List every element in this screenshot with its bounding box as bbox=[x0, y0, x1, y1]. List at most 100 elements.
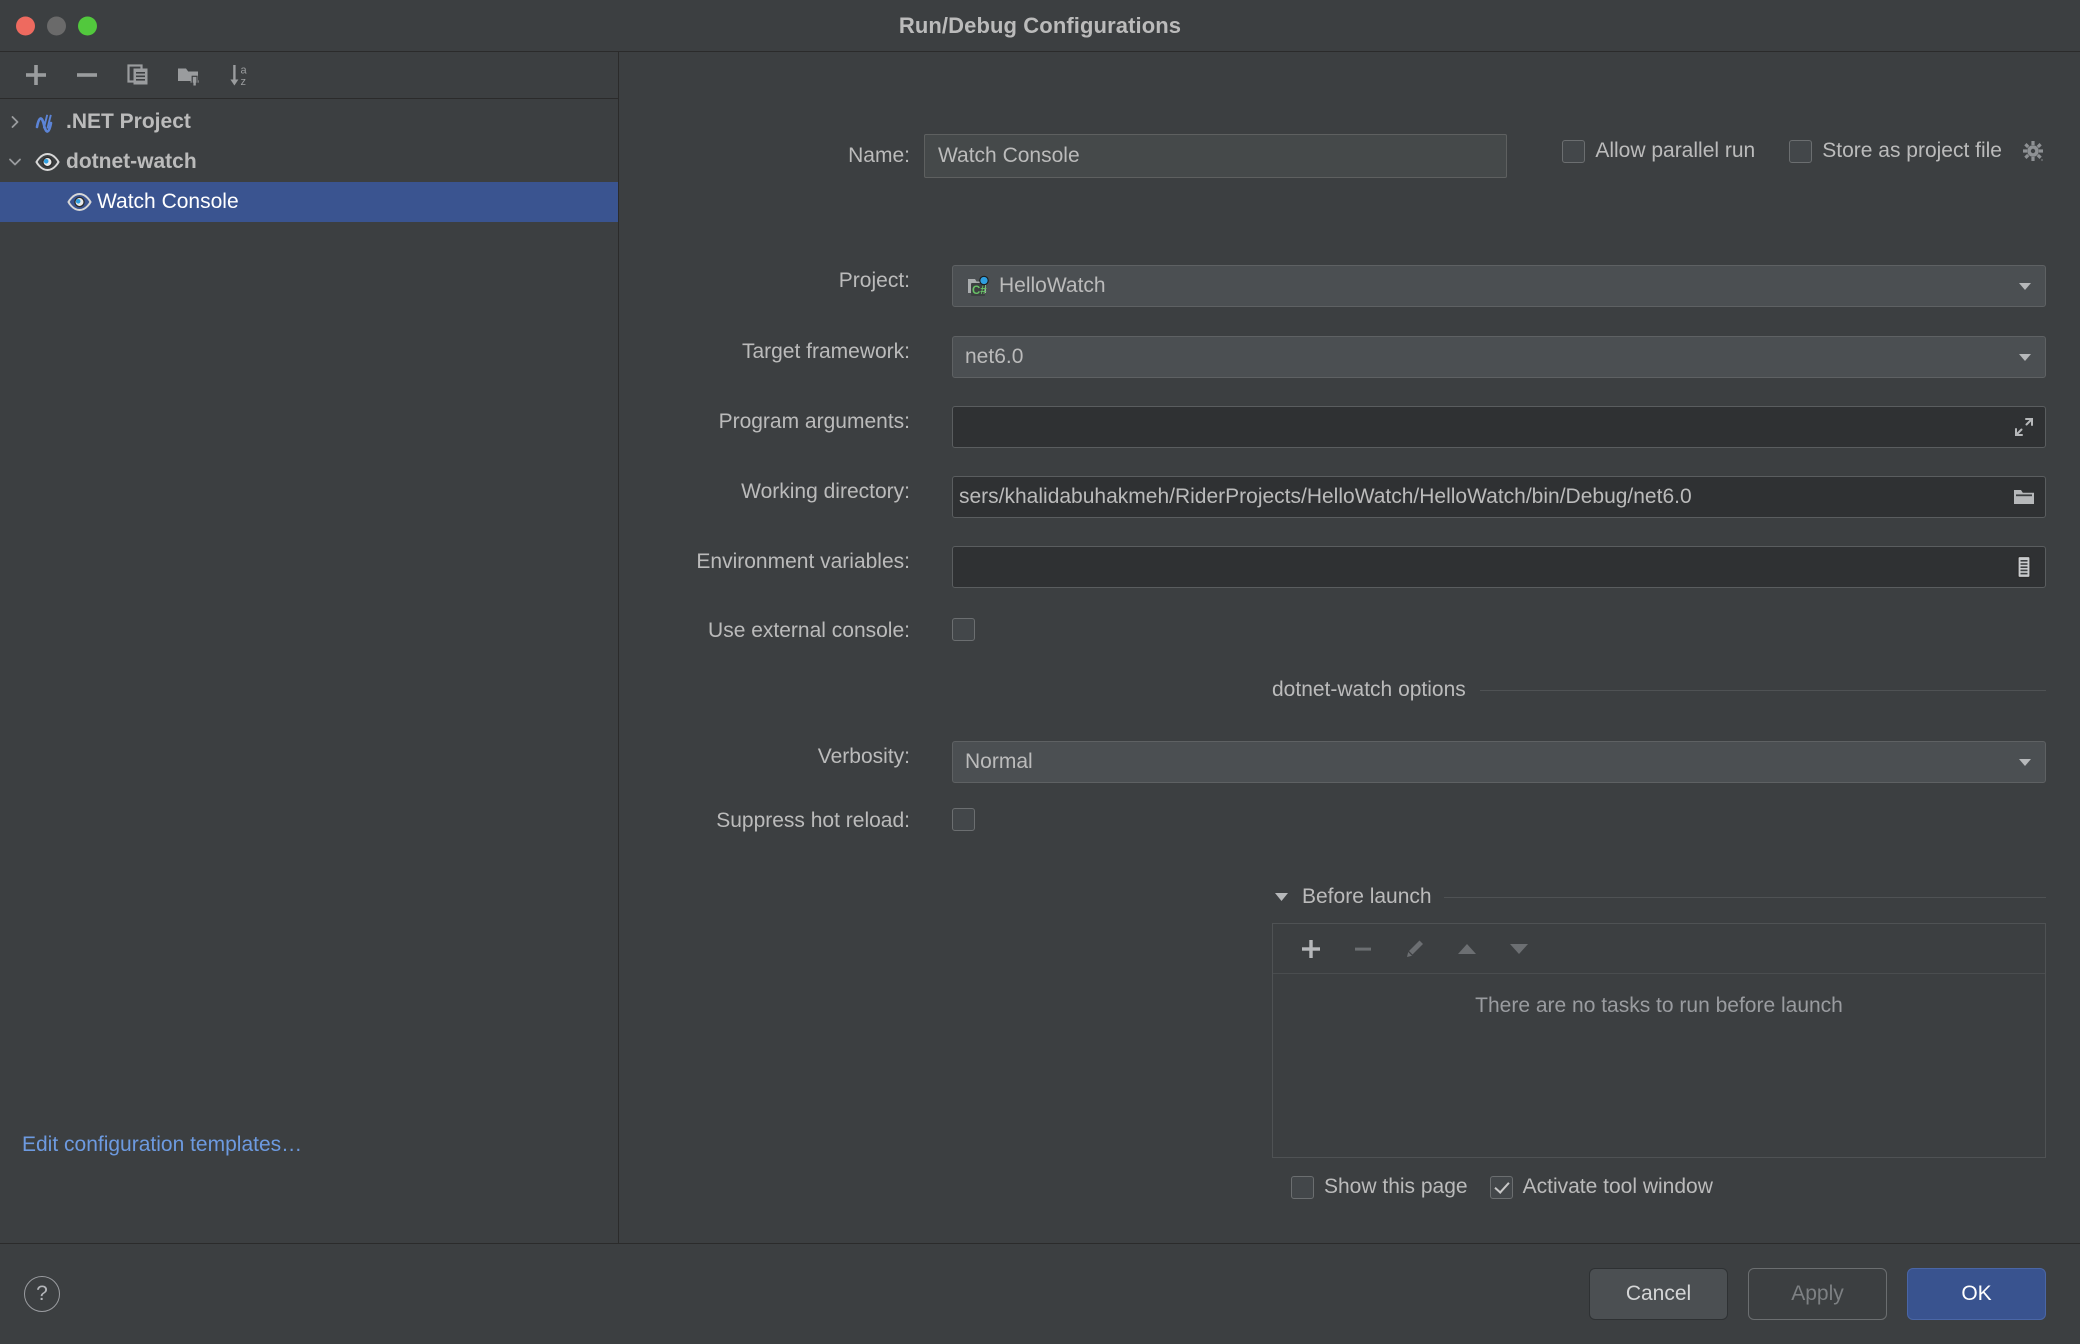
expand-editor-icon[interactable] bbox=[2003, 416, 2045, 438]
use-external-console-label: Use external console: bbox=[708, 619, 910, 642]
name-label: Name: bbox=[848, 144, 910, 167]
checkbox-box[interactable] bbox=[1789, 139, 1813, 163]
svg-text:z: z bbox=[240, 76, 246, 88]
svg-text:C#: C# bbox=[972, 285, 987, 297]
working-directory-value: sers/khalidabuhakmeh/RiderProjects/Hello… bbox=[959, 485, 1692, 508]
copy-icon bbox=[126, 64, 147, 85]
tree-item-label: Watch Console bbox=[97, 190, 239, 213]
activate-tool-window-checkbox[interactable]: Activate tool window bbox=[1489, 1175, 1713, 1199]
store-as-project-file-label: Store as project file bbox=[1822, 139, 2002, 162]
configuration-details-panel: Name: Allow parallel run Store as projec… bbox=[619, 52, 2080, 1243]
activate-tool-window-label: Activate tool window bbox=[1522, 1175, 1713, 1198]
sort-az-icon: a z bbox=[229, 65, 247, 88]
before-launch-empty-message: There are no tasks to run before launch bbox=[1475, 994, 1843, 1017]
ok-button[interactable]: OK bbox=[1907, 1268, 2046, 1320]
configurations-tree: .NET Project dotnet-watch Watch Console bbox=[0, 99, 618, 1243]
store-as-project-file-checkbox[interactable]: Store as project file bbox=[1789, 138, 2046, 164]
gear-icon[interactable] bbox=[2020, 138, 2046, 164]
working-directory-field[interactable]: sers/khalidabuhakmeh/RiderProjects/Hello… bbox=[952, 476, 2046, 518]
watch-eye-icon bbox=[62, 192, 96, 212]
chevron-down-icon[interactable] bbox=[2005, 282, 2045, 291]
edit-configuration-templates-link[interactable]: Edit configuration templates… bbox=[22, 1133, 302, 1157]
edit-variables-icon[interactable] bbox=[2003, 555, 2045, 579]
help-button[interactable]: ? bbox=[24, 1276, 60, 1312]
before-launch-panel: There are no tasks to run before launch bbox=[1272, 923, 2046, 1158]
minus-icon bbox=[76, 73, 97, 77]
remove-task-button[interactable] bbox=[1337, 927, 1389, 971]
browse-folder-icon[interactable] bbox=[2003, 486, 2045, 508]
configurations-sidebar: a z .NET Project dotnet-watch Watch Cons… bbox=[0, 52, 619, 1243]
remove-configuration-button[interactable] bbox=[61, 55, 112, 95]
chevron-down-icon[interactable] bbox=[0, 155, 30, 169]
apply-button[interactable]: Apply bbox=[1748, 1268, 1887, 1320]
use-external-console-checkbox[interactable] bbox=[952, 618, 975, 641]
project-combobox[interactable]: C# HelloWatch bbox=[952, 265, 2046, 307]
show-this-page-label: Show this page bbox=[1324, 1175, 1468, 1198]
cancel-button[interactable]: Cancel bbox=[1589, 1268, 1728, 1320]
target-framework-label: Target framework: bbox=[741, 340, 910, 363]
dotnet-watch-options-section: dotnet-watch options bbox=[1272, 678, 2046, 702]
triangle-down-icon bbox=[1510, 943, 1528, 954]
copy-configuration-button[interactable] bbox=[112, 55, 163, 95]
name-input[interactable] bbox=[924, 134, 1507, 178]
environment-variables-field[interactable] bbox=[952, 546, 2046, 588]
pencil-icon bbox=[1407, 940, 1423, 957]
environment-variables-label: Environment variables: bbox=[696, 550, 910, 573]
edit-task-button[interactable] bbox=[1389, 927, 1441, 971]
before-launch-options: Show this page Activate tool window bbox=[1291, 1175, 1713, 1199]
tree-item-dotnet-project[interactable]: .NET Project bbox=[0, 102, 618, 142]
footer-actions: Cancel Apply OK bbox=[1589, 1268, 2046, 1320]
tree-item-label: .NET Project bbox=[66, 110, 191, 133]
add-task-button[interactable] bbox=[1285, 927, 1337, 971]
verbosity-value: Normal bbox=[965, 750, 1033, 773]
program-arguments-label: Program arguments: bbox=[718, 410, 910, 433]
before-launch-title: Before launch bbox=[1302, 885, 1432, 908]
chevron-down-icon[interactable] bbox=[2005, 353, 2045, 362]
triangle-up-icon bbox=[1458, 943, 1476, 954]
suppress-hot-reload-checkbox[interactable] bbox=[952, 808, 975, 831]
before-launch-header[interactable]: Before launch bbox=[1272, 885, 2046, 909]
chevron-down-icon[interactable] bbox=[2005, 758, 2045, 767]
triangle-down-icon[interactable] bbox=[1272, 892, 1290, 902]
minus-icon bbox=[1355, 947, 1371, 951]
sidebar-toolbar: a z bbox=[0, 52, 618, 99]
title-bar: Run/Debug Configurations bbox=[0, 0, 2080, 52]
chevron-right-icon[interactable] bbox=[0, 115, 30, 129]
sort-configurations-button[interactable]: a z bbox=[214, 55, 265, 95]
program-arguments-field[interactable] bbox=[952, 406, 2046, 448]
svg-text:a: a bbox=[240, 65, 247, 77]
run-debug-configurations-dialog: Run/Debug Configurations a z .NET Projec… bbox=[0, 0, 2080, 1344]
plus-icon bbox=[25, 65, 46, 85]
dialog-body: a z .NET Project dotnet-watch Watch Cons… bbox=[0, 52, 2080, 1244]
watch-eye-icon bbox=[30, 152, 64, 172]
verbosity-combobox[interactable]: Normal bbox=[952, 741, 2046, 783]
add-configuration-button[interactable] bbox=[10, 55, 61, 95]
dotnet-icon bbox=[30, 111, 64, 133]
tree-item-dotnet-watch[interactable]: dotnet-watch bbox=[0, 142, 618, 182]
project-value: HelloWatch bbox=[999, 274, 1106, 297]
plus-icon bbox=[1302, 939, 1320, 958]
target-framework-value: net6.0 bbox=[965, 345, 1024, 368]
working-directory-label: Working directory: bbox=[741, 480, 910, 503]
move-task-up-button[interactable] bbox=[1441, 927, 1493, 971]
show-this-page-checkbox[interactable]: Show this page bbox=[1291, 1175, 1468, 1199]
checkbox-box[interactable] bbox=[1291, 1175, 1314, 1199]
project-label: Project: bbox=[838, 269, 910, 292]
top-checkboxes: Allow parallel run Store as project file bbox=[1562, 138, 2046, 164]
new-folder-icon bbox=[177, 68, 199, 88]
move-task-down-button[interactable] bbox=[1493, 927, 1545, 971]
checkbox-box[interactable] bbox=[1562, 139, 1586, 163]
dialog-footer: ? Cancel Apply OK bbox=[0, 1244, 2080, 1344]
target-framework-combobox[interactable]: net6.0 bbox=[952, 336, 2046, 378]
new-folder-button[interactable] bbox=[163, 55, 214, 95]
checkbox-box[interactable] bbox=[1489, 1175, 1513, 1199]
section-divider bbox=[1479, 689, 2046, 691]
allow-parallel-run-label: Allow parallel run bbox=[1595, 139, 1756, 162]
before-launch-toolbar bbox=[1273, 924, 2045, 974]
tree-item-watch-console[interactable]: Watch Console bbox=[0, 182, 618, 222]
verbosity-label: Verbosity: bbox=[817, 745, 910, 768]
suppress-hot-reload-label: Suppress hot reload: bbox=[716, 809, 910, 832]
section-title: dotnet-watch options bbox=[1272, 678, 1466, 701]
allow-parallel-run-checkbox[interactable]: Allow parallel run bbox=[1562, 139, 1755, 163]
page-title: Run/Debug Configurations bbox=[898, 12, 1182, 38]
